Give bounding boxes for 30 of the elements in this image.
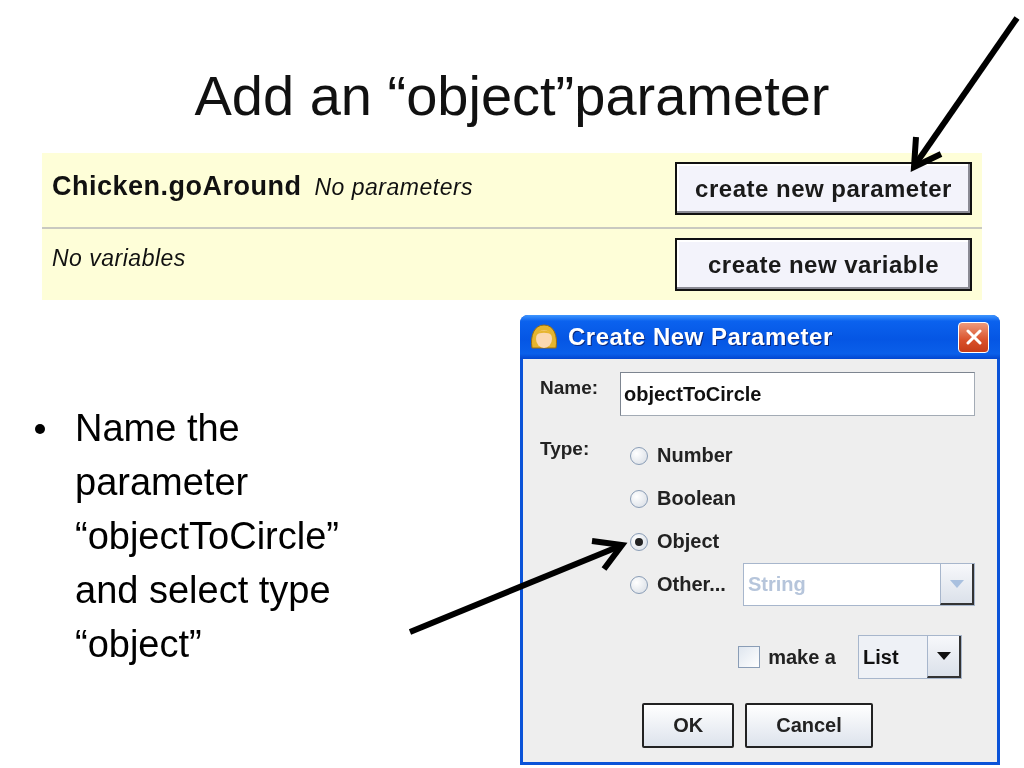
create-parameter-button[interactable]: create new parameter <box>675 162 972 215</box>
collection-dropdown[interactable]: List <box>858 635 962 679</box>
cartoon-head-icon <box>529 322 559 352</box>
radio-button[interactable] <box>630 446 648 465</box>
dialog-button[interactable]: Cancel <box>745 703 873 748</box>
variables-note: No variables <box>52 244 186 273</box>
caret-icon <box>949 579 964 588</box>
checkbox[interactable] <box>738 646 761 668</box>
radio-label[interactable]: Number <box>657 444 733 467</box>
dialog-title: Create New Parameter <box>568 323 833 351</box>
name-field[interactable]: objectToCircle <box>620 372 975 416</box>
dialog-button[interactable]: OK <box>642 703 735 748</box>
method-name: Chicken.goAround <box>52 170 302 203</box>
radio-button[interactable] <box>630 532 648 551</box>
parameters-note: No parameters <box>314 173 474 202</box>
radio-label[interactable]: Boolean <box>657 487 736 510</box>
radio-label[interactable]: Other... <box>657 573 726 596</box>
slide-title: Add an “object”parameter <box>194 63 830 129</box>
radio-label[interactable]: Object <box>657 530 720 553</box>
checkbox-label[interactable]: make a <box>768 645 836 669</box>
close-icon <box>965 329 982 345</box>
radio-button[interactable] <box>630 575 648 594</box>
type-label: Type: <box>540 438 591 460</box>
bullet-icon <box>35 424 45 434</box>
bullet-text: Name the parameter “objectToCircle” and select type “object” <box>75 406 340 667</box>
caret-icon <box>936 652 951 660</box>
radio-button[interactable] <box>630 489 648 508</box>
name-label: Name: <box>540 377 600 399</box>
create-variable-button[interactable]: create new variable <box>675 238 972 291</box>
close-button[interactable] <box>958 321 989 353</box>
